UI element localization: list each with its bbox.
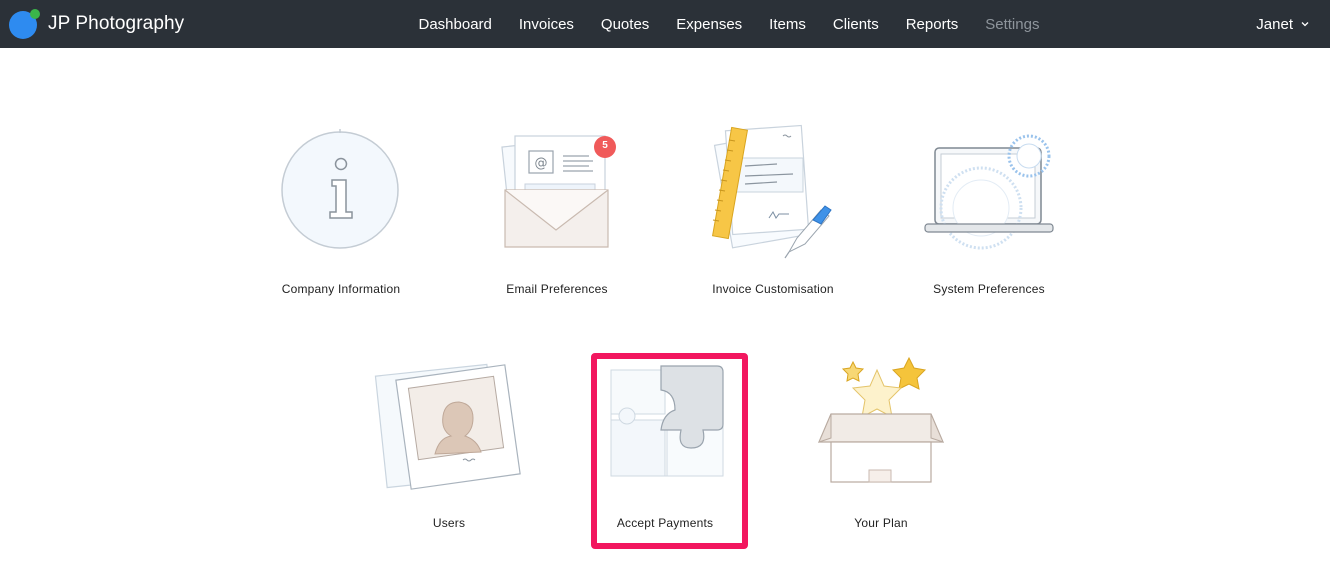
nav-item-items[interactable]: Items bbox=[756, 0, 820, 48]
your-plan-label: Your Plan bbox=[854, 516, 908, 530]
system-preferences-label: System Preferences bbox=[933, 282, 1045, 296]
tile-email-preferences[interactable]: @ 5 Email Preferences bbox=[449, 120, 665, 300]
tile-users[interactable]: Users bbox=[341, 354, 557, 534]
tile-your-plan[interactable]: Your Plan bbox=[773, 354, 989, 534]
puzzle-icon bbox=[610, 365, 724, 477]
info-icon bbox=[281, 129, 399, 249]
nav-item-quotes[interactable]: Quotes bbox=[587, 0, 662, 48]
envelope-icon: @ bbox=[501, 135, 609, 248]
nav-item-invoices[interactable]: Invoices bbox=[505, 0, 587, 48]
email-preferences-label: Email Preferences bbox=[506, 282, 608, 296]
user-photo-icon bbox=[374, 363, 521, 490]
tile-accept-payments[interactable]: Accept Payments bbox=[557, 354, 773, 534]
nav-item-clients[interactable]: Clients bbox=[819, 0, 892, 48]
brand-logo-icon bbox=[9, 9, 40, 39]
nav-item-dashboard[interactable]: Dashboard bbox=[405, 0, 505, 48]
chevron-down-icon bbox=[1301, 22, 1309, 27]
nav-item-expenses[interactable]: Expenses bbox=[663, 0, 756, 48]
users-label: Users bbox=[432, 516, 466, 530]
laptop-gear-icon bbox=[924, 134, 1054, 250]
brand-name: JP Photography bbox=[48, 13, 185, 34]
accept-payments-label: Accept Payments bbox=[616, 516, 714, 530]
tile-invoice-customisation[interactable]: Invoice Customisation bbox=[665, 120, 881, 300]
tile-system-preferences[interactable]: System Preferences bbox=[881, 120, 1097, 300]
user-name: Janet bbox=[1256, 15, 1293, 33]
company-information-label: Company Information bbox=[281, 282, 401, 296]
nav-item-settings[interactable]: Settings bbox=[972, 0, 1053, 48]
main-nav: Dashboard Invoices Quotes Expenses Items… bbox=[405, 0, 1053, 48]
gift-box-stars-icon bbox=[818, 356, 944, 483]
user-menu[interactable]: Janet bbox=[1256, 0, 1310, 48]
brand-link[interactable]: JP Photography bbox=[8, 6, 184, 42]
invoice-customisation-label: Invoice Customisation bbox=[712, 282, 834, 296]
email-badge-count: 5 bbox=[602, 140, 608, 151]
svg-text:@: @ bbox=[535, 156, 548, 171]
tile-company-information[interactable]: Company Information bbox=[233, 120, 449, 300]
top-navigation-bar: JP Photography Dashboard Invoices Quotes… bbox=[0, 0, 1330, 48]
nav-item-reports[interactable]: Reports bbox=[892, 0, 972, 48]
invoice-design-icon bbox=[711, 124, 832, 259]
